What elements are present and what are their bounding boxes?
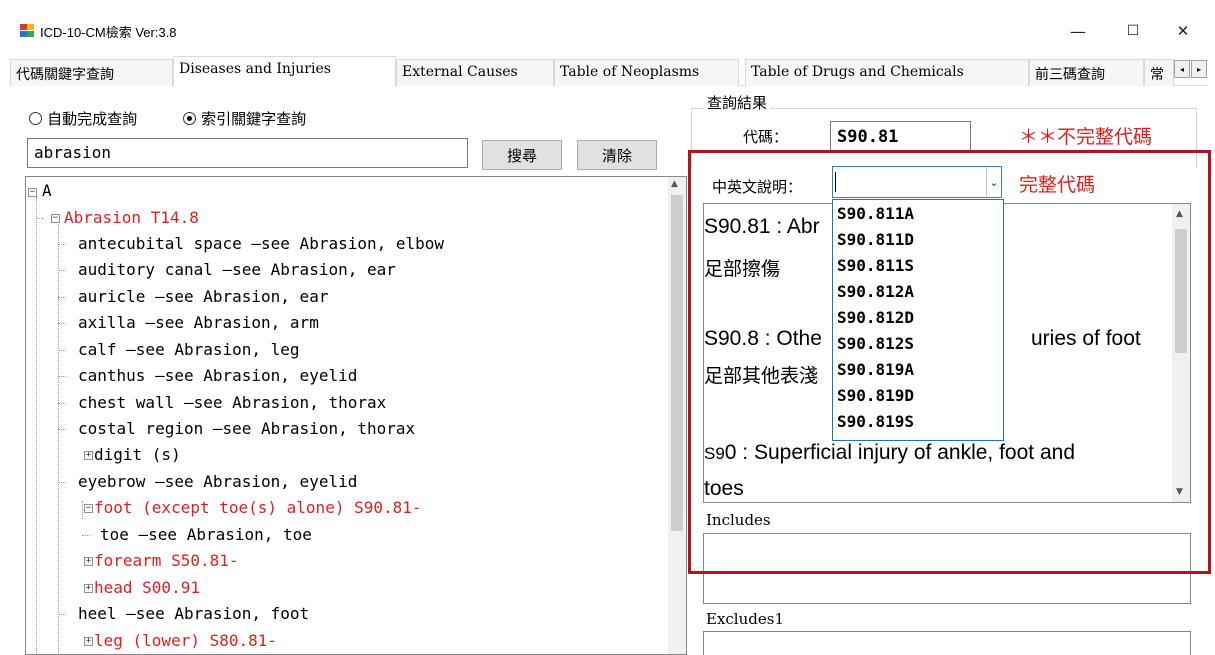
code-dropdown-list[interactable]: S90.811A S90.811D S90.811S S90.812A S90.…	[832, 199, 1004, 441]
dropdown-option[interactable]: S90.819D	[837, 384, 914, 408]
tree-item-abrasion[interactable]: Abrasion T14.8	[64, 208, 199, 228]
radio-index-dot[interactable]	[183, 112, 196, 125]
close-button[interactable]: ✕	[1160, 18, 1206, 44]
collapse-icon[interactable]: −	[28, 188, 37, 197]
desc-line: S90 : Superficial injury of ankle, foot …	[704, 440, 1075, 467]
incomplete-code-annotation: ＊＊不完整代碼	[1019, 126, 1153, 148]
tree-item[interactable]: auricle —see Abrasion, ear	[78, 287, 328, 307]
desc-line: S90.81 : Abr	[704, 215, 820, 238]
complete-code-annotation: 完整代碼	[1019, 174, 1096, 196]
includes-label: Includes	[706, 511, 771, 529]
tree-item[interactable]: calf —see Abrasion, leg	[78, 340, 300, 360]
radio-autocomplete-dot[interactable]	[29, 112, 42, 125]
tab-common[interactable]: 常	[1144, 59, 1174, 86]
title-bar	[0, 0, 1215, 46]
window-title: ICD-10-CM檢索 Ver:3.8	[40, 25, 177, 40]
tab-strip: 代碼關鍵字查詢 Diseases and Injuries External C…	[10, 56, 1208, 87]
scroll-down-icon[interactable]: ▼	[1176, 487, 1183, 497]
dropdown-option[interactable]: S90.811S	[837, 254, 914, 278]
code-field[interactable]: S90.81	[830, 121, 971, 153]
dropdown-option[interactable]: S90.819S	[837, 410, 914, 434]
tab-first-three[interactable]: 前三碼查詢	[1029, 59, 1144, 86]
tab-code-keyword[interactable]: 代碼關鍵字查詢	[10, 59, 173, 86]
tree-item[interactable]: chest wall —see Abrasion, thorax	[78, 393, 386, 413]
tree-root-a[interactable]: A	[42, 181, 52, 201]
tree-item[interactable]: canthus —see Abrasion, eyelid	[78, 366, 357, 386]
clear-button[interactable]: 清除	[577, 140, 657, 170]
tree-item[interactable]: auditory canal —see Abrasion, ear	[78, 260, 396, 280]
code-label: 代碼：	[743, 128, 789, 146]
dropdown-option[interactable]: S90.812D	[837, 306, 914, 330]
tree-item-foot[interactable]: foot (except toe(s) alone) S90.81-	[78, 498, 422, 518]
minimize-button[interactable]: —	[1055, 18, 1101, 44]
tree-item-toe[interactable]: toe —see Abrasion, toe	[100, 525, 312, 545]
desc-line: S90.8 : Othe	[704, 327, 822, 350]
desc-line: 足部其他表淺	[704, 365, 819, 387]
tree-item[interactable]: antecubital space —see Abrasion, elbow	[78, 234, 444, 254]
scroll-up-icon[interactable]: ▲	[671, 179, 678, 189]
description-combobox[interactable]	[832, 166, 1002, 198]
description-label: 中英文說明：	[712, 178, 803, 196]
tab-neoplasms[interactable]: Table of Neoplasms	[554, 59, 739, 86]
chevron-down-icon[interactable]: ⌄	[986, 167, 1001, 197]
tab-diseases-injuries[interactable]: Diseases and Injuries	[173, 56, 396, 87]
radio-index-label: 索引關鍵字查詢	[201, 110, 307, 128]
dropdown-option[interactable]: S90.811D	[837, 228, 914, 252]
tree-item-digit[interactable]: digit (s)	[78, 445, 181, 465]
tree-item[interactable]: axilla —see Abrasion, arm	[78, 313, 319, 333]
radio-autocomplete[interactable]: 自動完成查詢	[29, 108, 137, 129]
excludes1-textbox[interactable]	[703, 631, 1191, 655]
radio-index-keyword[interactable]: 索引關鍵字查詢	[183, 108, 306, 129]
tree-item[interactable]: heel —see Abrasion, foot	[78, 604, 309, 624]
dropdown-option[interactable]: S90.812S	[837, 332, 914, 356]
maximize-button[interactable]: ☐	[1110, 18, 1156, 44]
tab-external-causes[interactable]: External Causes	[396, 59, 554, 86]
text-caret	[835, 172, 836, 192]
radio-autocomplete-label: 自動完成查詢	[47, 110, 138, 128]
tree-item-forearm[interactable]: forearm S50.81-	[78, 551, 239, 571]
tree-item-head[interactable]: head S00.91	[78, 578, 200, 598]
tree-item-leg[interactable]: leg (lower) S80.81-	[78, 631, 277, 651]
collapse-icon[interactable]: −	[51, 214, 60, 223]
tree-item[interactable]: costal region —see Abrasion, thorax	[78, 419, 415, 439]
desc-line: 足部擦傷	[704, 258, 781, 280]
app-icon	[20, 24, 34, 37]
index-tree[interactable]: − A − Abrasion T14.8 antecubital space —…	[25, 176, 687, 655]
tree-scroll-thumb[interactable]	[671, 195, 683, 531]
desc-line: toes	[704, 477, 744, 500]
tree-item[interactable]: eyebrow —see Abrasion, eyelid	[78, 472, 357, 492]
desc-line-prefix: S9	[704, 444, 725, 463]
tab-scroll-left-button[interactable]: ◂	[1174, 60, 1190, 78]
dropdown-option[interactable]: S90.812A	[837, 280, 914, 304]
dropdown-option[interactable]: S90.819A	[837, 358, 914, 382]
desc-line-rest: 0 : Superficial injury of ankle, foot an…	[724, 441, 1075, 464]
description-scroll-thumb[interactable]	[1175, 229, 1187, 353]
excludes1-label: Excludes1	[706, 610, 784, 628]
result-group-title: 查詢結果	[704, 92, 771, 113]
tab-scroll-right-button[interactable]: ▸	[1191, 60, 1207, 78]
tab-drugs-chemicals[interactable]: Table of Drugs and Chemicals	[745, 59, 1029, 86]
search-button[interactable]: 搜尋	[482, 140, 562, 170]
dropdown-option[interactable]: S90.811A	[837, 202, 914, 226]
scroll-up-icon[interactable]: ▲	[1176, 209, 1183, 219]
includes-textbox[interactable]	[703, 533, 1191, 604]
search-input[interactable]: abrasion	[27, 138, 468, 168]
desc-line: uries of foot	[1031, 327, 1141, 350]
